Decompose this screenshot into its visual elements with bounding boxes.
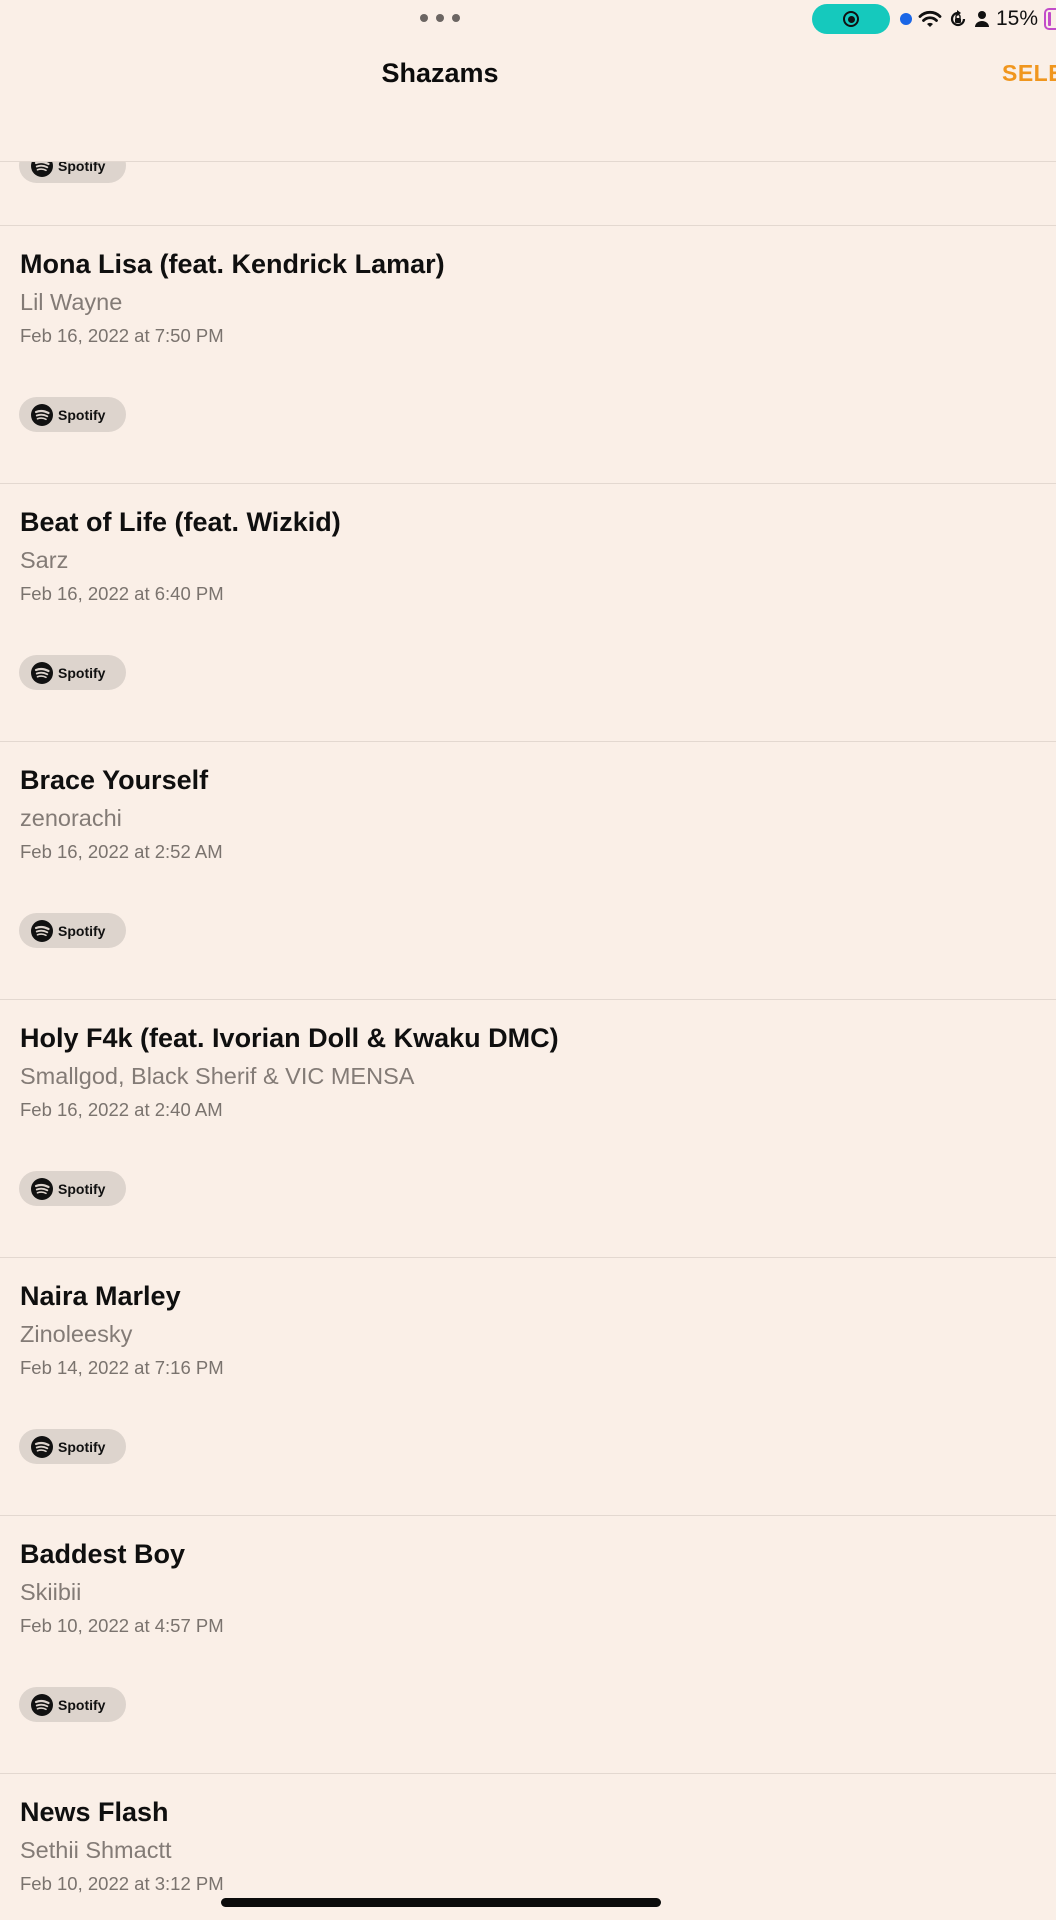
home-indicator[interactable] <box>221 1898 661 1907</box>
track-title: Naira Marley <box>20 1281 181 1311</box>
spotify-icon <box>31 162 53 177</box>
spotify-icon <box>31 1693 53 1716</box>
spotify-button[interactable]: Spotify <box>19 655 126 690</box>
list-item[interactable]: Mona Lisa (feat. Kendrick Lamar) Lil Way… <box>0 226 1056 484</box>
track-date: Feb 10, 2022 at 3:12 PM <box>20 1873 224 1894</box>
track-title: News Flash <box>20 1797 169 1827</box>
spotify-button[interactable]: Spotify <box>19 913 126 948</box>
wifi-icon <box>918 10 942 27</box>
spotify-icon <box>31 661 53 684</box>
track-artist: Lil Wayne <box>20 289 123 315</box>
spotify-label: Spotify <box>58 922 106 939</box>
status-icons: 15% <box>900 6 1056 32</box>
list-item[interactable]: News Flash Sethii Shmactt Feb 10, 2022 a… <box>0 1774 1056 1914</box>
list-item[interactable]: Beat of Life (feat. Wizkid) Sarz Feb 16,… <box>0 484 1056 742</box>
nav-bar: Shazams SELECT <box>0 40 1056 162</box>
track-date: Feb 10, 2022 at 4:57 PM <box>20 1615 224 1636</box>
track-artist: Zinoleesky <box>20 1321 133 1347</box>
list-item[interactable]: Holy F4k (feat. Ivorian Doll & Kwaku DMC… <box>0 1000 1056 1258</box>
track-date: Feb 16, 2022 at 2:40 AM <box>20 1099 223 1120</box>
list-item[interactable]: Brace Yourself zenorachi Feb 16, 2022 at… <box>0 742 1056 1000</box>
spotify-icon <box>31 403 53 426</box>
track-title: Baddest Boy <box>20 1539 186 1569</box>
shazam-list: Spotify Mona Lisa (feat. Kendrick Lamar)… <box>0 162 1056 1914</box>
orientation-lock-icon <box>950 10 966 27</box>
spotify-label: Spotify <box>58 1696 106 1713</box>
track-artist: zenorachi <box>20 805 122 831</box>
spotify-label: Spotify <box>58 162 106 174</box>
track-title: Holy F4k (feat. Ivorian Doll & Kwaku DMC… <box>20 1023 559 1053</box>
track-date: Feb 14, 2022 at 7:16 PM <box>20 1357 224 1378</box>
spotify-button[interactable]: Spotify <box>19 1429 126 1464</box>
track-title: Mona Lisa (feat. Kendrick Lamar) <box>20 249 445 279</box>
spotify-button[interactable]: Spotify <box>19 397 126 432</box>
track-artist: Smallgod, Black Sherif & VIC MENSA <box>20 1063 415 1089</box>
location-dot-icon <box>900 13 912 25</box>
spotify-label: Spotify <box>58 1180 106 1197</box>
select-button[interactable]: SELECT <box>1002 60 1056 87</box>
list-item[interactable]: Naira Marley Zinoleesky Feb 14, 2022 at … <box>0 1258 1056 1516</box>
track-title: Beat of Life (feat. Wizkid) <box>20 507 341 537</box>
spotify-icon <box>31 1435 53 1458</box>
spotify-label: Spotify <box>58 664 106 681</box>
screen-record-icon[interactable] <box>812 4 890 34</box>
page-title: Shazams <box>381 58 499 88</box>
list-item[interactable]: Baddest Boy Skiibii Feb 10, 2022 at 4:57… <box>0 1516 1056 1774</box>
list-item[interactable]: Spotify <box>0 162 1056 226</box>
spotify-button[interactable]: Spotify <box>19 1171 126 1206</box>
battery-icon <box>1044 8 1056 30</box>
track-artist: Sarz <box>20 547 69 573</box>
spotify-label: Spotify <box>58 406 106 423</box>
spotify-icon <box>31 919 53 942</box>
track-date: Feb 16, 2022 at 6:40 PM <box>20 583 224 604</box>
track-artist: Skiibii <box>20 1579 82 1605</box>
status-bar: 15% <box>0 0 1056 40</box>
person-icon <box>975 11 989 27</box>
track-artist: Sethii Shmactt <box>20 1837 172 1863</box>
spotify-icon <box>31 1177 53 1200</box>
spotify-button[interactable]: Spotify <box>19 162 126 183</box>
track-date: Feb 16, 2022 at 2:52 AM <box>20 841 223 862</box>
track-date: Feb 16, 2022 at 7:50 PM <box>20 325 224 346</box>
battery-percent: 15% <box>996 7 1039 30</box>
multitask-dots-icon[interactable] <box>420 14 460 24</box>
spotify-label: Spotify <box>58 1438 106 1455</box>
track-title: Brace Yourself <box>20 765 209 795</box>
spotify-button[interactable]: Spotify <box>19 1687 126 1722</box>
